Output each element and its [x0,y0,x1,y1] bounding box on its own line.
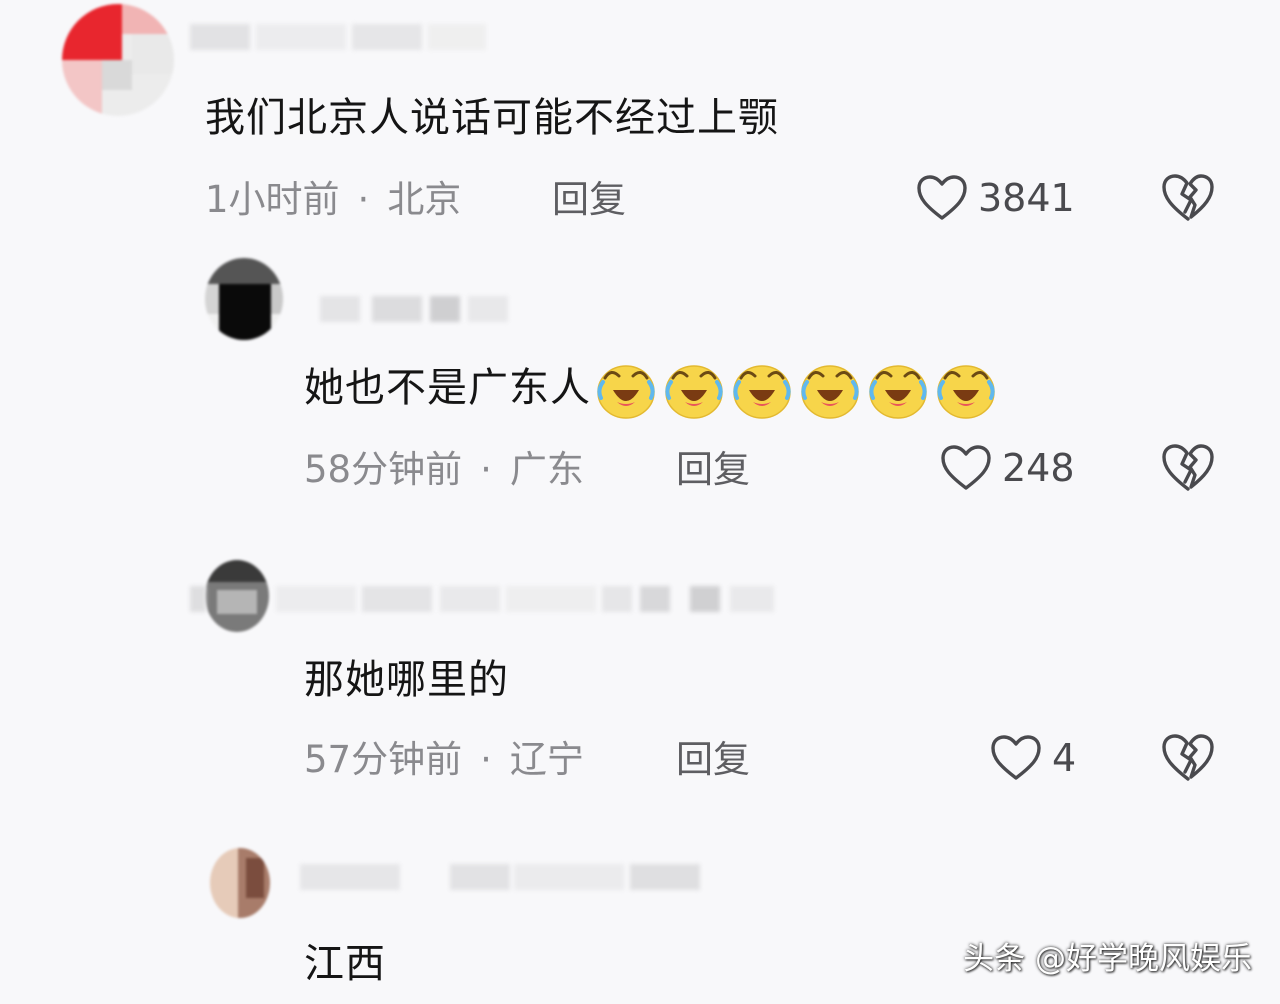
watermark: 头条 @好学晚风娱乐 [963,941,1252,977]
reply-button[interactable]: 回复 [676,736,750,784]
comment-1: 我们北京人说话可能不经过上颚 1小时前 · 北京 回复 3841 [0,0,1280,250]
username-blurred[interactable] [300,858,720,898]
crying-laughing-emoji [733,365,791,419]
username-blurred[interactable] [190,580,780,620]
dislike-button[interactable] [1160,172,1216,222]
reply-button[interactable]: 回复 [676,446,750,494]
crying-laughing-emoji [869,365,927,419]
comment-location: 北京 [387,178,462,221]
like-button[interactable]: 3841 [916,174,1075,222]
separator-dot: · [480,738,492,781]
comment-2: 她也不是广东人 58分钟前 · 广东 回复 248 [0,250,1280,540]
comment-text: 我们北京人说话可能不经过上颚 [205,95,779,141]
comment-text: 江西 [304,941,386,987]
heart-outline-icon [991,735,1041,780]
like-button[interactable]: 248 [940,444,1075,492]
comment-meta: 1小时前 · 北京 [205,176,461,224]
comment-3: 那她哪里的 57分钟前 · 辽宁 回复 4 [0,540,1280,830]
emoji-row [595,360,997,420]
crying-laughing-emoji [597,365,655,419]
dislike-button[interactable] [1160,442,1216,492]
heart-outline-icon [917,175,967,220]
crying-laughing-emoji [665,365,723,419]
comment-time: 57分钟前 [304,738,463,781]
broken-heart-icon [1162,174,1214,221]
comment-text: 那她哪里的 [304,657,509,703]
reply-button[interactable]: 回复 [552,176,626,224]
avatar[interactable] [205,258,283,340]
username-blurred[interactable] [300,290,520,330]
comment-time: 1小时前 [205,178,340,221]
like-button[interactable]: 4 [990,734,1076,782]
separator-dot: · [480,448,492,491]
username-blurred[interactable] [190,18,490,58]
separator-dot: · [357,178,370,221]
avatar[interactable] [62,4,174,116]
comment-location: 广东 [509,448,584,491]
comment-meta: 57分钟前 · 辽宁 [304,736,584,784]
crying-laughing-emoji [801,365,859,419]
broken-heart-icon [1162,734,1214,781]
comment-time: 58分钟前 [304,448,463,491]
dislike-button[interactable] [1160,732,1216,782]
comment-meta: 58分钟前 · 广东 [304,446,584,494]
like-count: 4 [1052,736,1077,780]
broken-heart-icon [1162,444,1214,491]
comment-location: 辽宁 [509,738,584,781]
heart-outline-icon [941,445,991,490]
avatar[interactable] [210,848,270,918]
comment-text-content: 她也不是广东人 [304,365,591,411]
like-count: 3841 [978,176,1075,220]
comment-text: 她也不是广东人 [304,360,997,420]
crying-laughing-emoji [937,365,995,419]
like-count: 248 [1002,446,1075,490]
